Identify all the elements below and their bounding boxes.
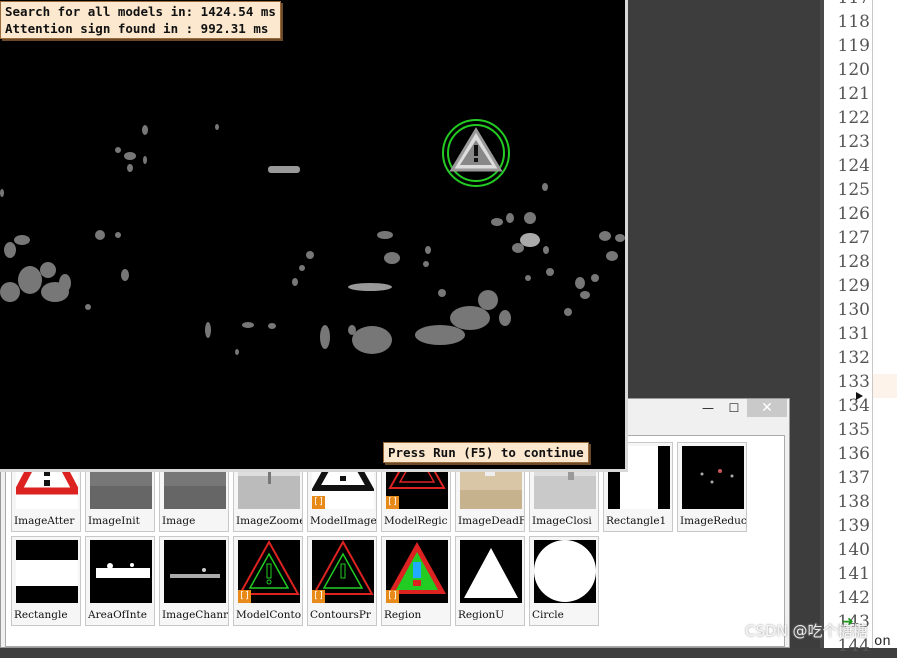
line-number: 140 xyxy=(837,540,870,560)
line-number: 133 xyxy=(837,372,870,392)
line-number: 121 xyxy=(837,84,870,104)
variable-label: Image xyxy=(162,515,196,527)
variable-label: ImageInit xyxy=(88,515,140,527)
continue-message: Press Run (F5) to continue xyxy=(383,442,589,463)
watermark: CSDN @吃个糖糖 xyxy=(745,622,868,640)
close-button[interactable]: ✕ xyxy=(747,399,787,417)
variable-tile-modelconto[interactable]: [] ModelConto xyxy=(233,536,303,626)
variable-tile-imagechanr[interactable]: ImageChanr xyxy=(159,536,229,626)
variable-label: Circle xyxy=(532,609,564,621)
variable-label: ImageClosi xyxy=(532,515,592,527)
variable-tile-rectangle[interactable]: Rectangle xyxy=(11,536,81,626)
line-number: 125 xyxy=(837,180,870,200)
line-number: 138 xyxy=(837,492,870,512)
line-number: 142 xyxy=(837,588,870,608)
thumbnail-image xyxy=(164,540,226,603)
line-number: 120 xyxy=(837,60,870,80)
variable-tile-circle[interactable]: Circle xyxy=(529,536,599,626)
line-number: 141 xyxy=(837,564,870,584)
variable-label: AreaOfInte xyxy=(88,609,147,621)
line-number: 130 xyxy=(837,300,870,320)
variable-label: Rectangle xyxy=(14,609,68,621)
variable-label: Region xyxy=(384,609,422,621)
variable-label: ImageZoome xyxy=(236,515,302,527)
line-number: 128 xyxy=(837,252,870,272)
current-line-highlight xyxy=(873,374,897,398)
line-number: 134 xyxy=(837,396,870,416)
code-editor[interactable]: 117 118 119 120 121 122 123 124 125 126 127 128 129 1… xyxy=(820,0,897,656)
line-number: 124 xyxy=(837,156,870,176)
line-number: 137 xyxy=(837,468,870,488)
line-number: 136 xyxy=(837,444,870,464)
line-number: 123 xyxy=(837,132,870,152)
variable-label: RegionU xyxy=(458,609,505,621)
line-number: 118 xyxy=(837,12,870,32)
line-number: 127 xyxy=(837,228,870,248)
timing-line-1: Search for all models in: 1424.54 ms xyxy=(5,4,276,19)
variable-label: ImageChanr xyxy=(162,609,228,621)
thumbnail-image xyxy=(90,540,152,603)
tuple-badge-icon: [] xyxy=(386,590,399,603)
variable-tile-areaofinte[interactable]: AreaOfInte xyxy=(85,536,155,626)
line-number: 126 xyxy=(837,204,870,224)
line-number: 117 xyxy=(828,0,870,10)
thumbnail-image xyxy=(534,540,596,603)
minimize-button[interactable]: — xyxy=(695,399,721,417)
variable-label: ModelImage xyxy=(310,515,376,527)
result-image xyxy=(0,119,625,355)
variable-tile-region[interactable]: [] Region xyxy=(381,536,451,626)
variable-label: ImageDeadF xyxy=(458,515,524,527)
line-number: 139 xyxy=(837,516,870,536)
graphics-window[interactable]: Search for all models in: 1424.54 ms Att… xyxy=(0,0,628,472)
line-number: 135 xyxy=(837,420,870,440)
tuple-badge-icon: [] xyxy=(238,590,251,603)
tuple-badge-icon: [] xyxy=(312,496,325,509)
line-number: 119 xyxy=(837,36,870,56)
line-number-gutter: 117 118 119 120 121 122 123 124 125 126 127 128 129 1… xyxy=(828,0,870,656)
line-number: 132 xyxy=(837,348,870,368)
tuple-badge-icon: [] xyxy=(312,590,325,603)
variable-label: ImageReduc xyxy=(680,515,746,527)
execution-arrow-icon xyxy=(856,392,863,400)
variable-label: Rectangle1 xyxy=(606,515,667,527)
line-number: 131 xyxy=(837,324,870,344)
line-number: 129 xyxy=(837,276,870,296)
variable-label: ContoursPr xyxy=(310,609,371,621)
variable-tile-contourspr[interactable]: [] ContoursPr xyxy=(307,536,377,626)
window-controls: — ☐ ✕ xyxy=(695,399,787,419)
variable-tile-imagereduc[interactable]: ImageReduc xyxy=(677,442,747,532)
variable-label: ImageAtter xyxy=(14,515,75,527)
timing-message: Search for all models in: 1424.54 ms Att… xyxy=(0,1,281,39)
tuple-badge-icon: [] xyxy=(386,496,399,509)
thumbnail-image xyxy=(16,540,78,603)
attention-sign-match xyxy=(442,119,510,187)
edge-specks xyxy=(0,124,625,355)
timing-line-2: Attention sign found in : 992.31 ms xyxy=(5,21,269,36)
gutter-divider xyxy=(872,0,873,648)
maximize-button[interactable]: ☐ xyxy=(721,399,747,417)
variable-label: ModelConto xyxy=(236,609,302,621)
line-number: 122 xyxy=(837,108,870,128)
thumbnail-image xyxy=(460,540,522,603)
variable-tile-regionu[interactable]: RegionU xyxy=(455,536,525,626)
thumbnail-image xyxy=(682,446,744,509)
variable-label: ModelRegic xyxy=(384,515,448,527)
